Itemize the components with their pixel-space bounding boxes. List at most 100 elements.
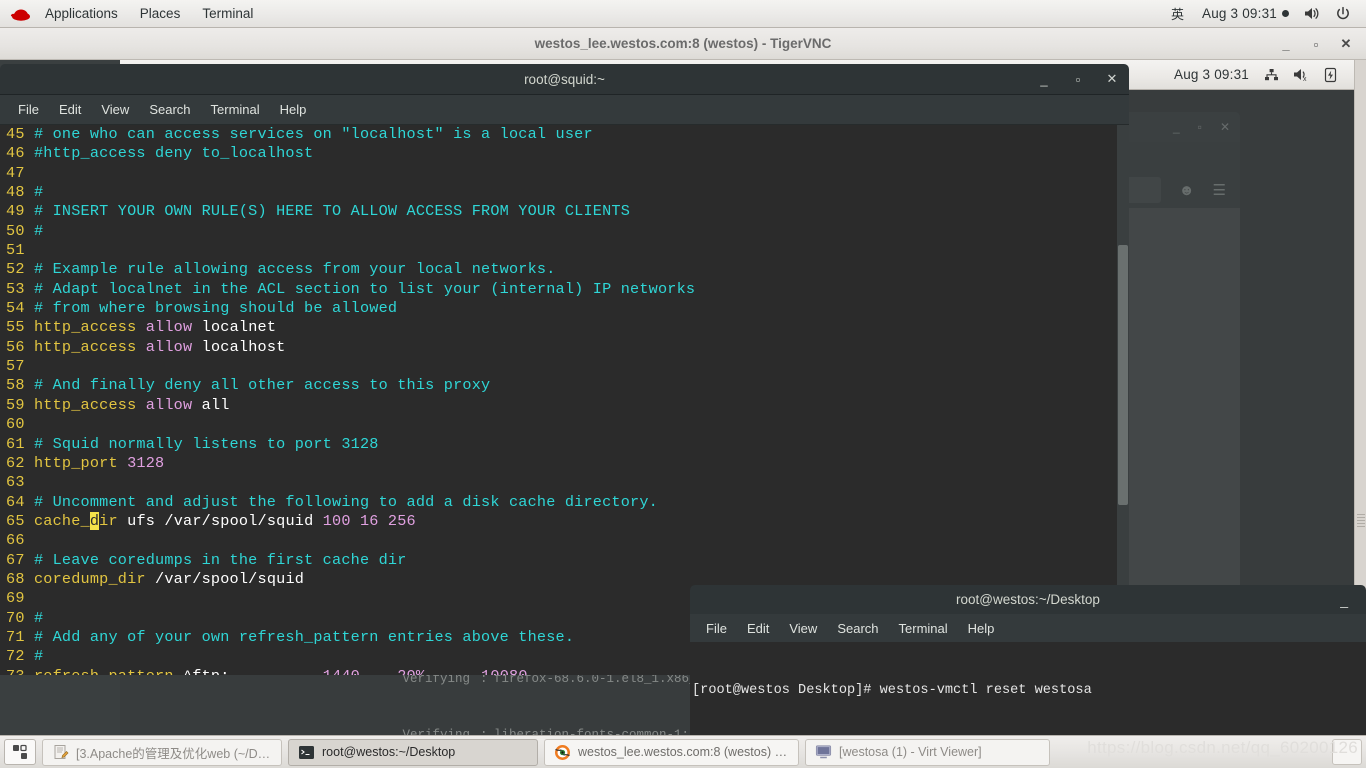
vim-line-number: 68 [6,569,34,588]
taskbar-item-desktop-terminal[interactable]: root@westos:~/Desktop [288,738,538,766]
squid-menu-terminal[interactable]: Terminal [201,99,270,120]
host-menu-applications[interactable]: Applications [34,3,129,25]
host-menu-terminal[interactable]: Terminal [191,3,264,25]
volume-muted-icon[interactable]: x [1286,64,1317,85]
tigervnc-icon [554,744,571,761]
desktop-terminal-menubar: File Edit View Search Terminal Help [690,614,1366,642]
hamburger-menu-icon[interactable]: ☰ [1207,181,1232,199]
vim-line: 52 # Example rule allowing access from y… [0,260,1129,279]
vim-token: # [33,183,44,202]
vim-token: http_access [33,395,146,414]
squid-menu-help[interactable]: Help [270,99,317,120]
squid-menu-file[interactable]: File [8,99,49,120]
taskbar-item-virt-viewer[interactable]: [westosa (1) - Virt Viewer] [805,738,1050,766]
desktop-menu-terminal[interactable]: Terminal [889,618,958,639]
desktop-menu-edit[interactable]: Edit [737,618,779,639]
vim-line-number: 52 [6,260,34,279]
vim-line: 50 # [0,222,1129,241]
squid-menu-view[interactable]: View [91,99,139,120]
volume-icon[interactable] [1297,3,1328,24]
vim-cursor: d [89,511,100,530]
vim-line-number: 57 [6,357,34,376]
virt-viewer-icon [815,744,832,761]
vim-token: ir [99,511,128,530]
desktop-terminal-window[interactable]: root@westos:~/Desktop _ File Edit View S… [690,585,1366,735]
desktop-menu-file[interactable]: File [696,618,737,639]
vim-line-number: 66 [6,531,34,550]
vim-token: all [201,395,230,414]
vim-line-number: 70 [6,608,34,627]
vim-token: # Squid normally listens to port 3128 [33,434,379,453]
taskbar-item-text-editor[interactable]: [3.Apache的管理及优化web (~/Desk... [42,738,282,766]
desktop-menu-view[interactable]: View [779,618,827,639]
vim-token: allow [145,337,202,356]
vim-token: /var/spool/squid [155,569,305,588]
remote-clock[interactable]: Aug 3 09:31 [1166,63,1257,86]
ghost-firefox-close-button[interactable]: ✕ [1220,120,1230,134]
vim-token: # Uncomment and adjust the following to … [33,492,658,511]
vim-line: 65 cache_dir ufs /var/spool/squid 100 16… [0,511,1129,531]
watermark: https://blog.csdn.net/qq_60200126 [1087,738,1358,757]
screen-root: Applications Places Terminal 英 Aug 3 09:… [0,0,1366,768]
squid-maximize-button[interactable]: ▫ [1067,68,1089,90]
tigervnc-maximize-button[interactable]: ▫ [1302,31,1330,57]
input-method-indicator[interactable]: 英 [1161,0,1194,27]
viewport-scrollbar-grip-icon [1357,512,1365,534]
desktop-menu-help[interactable]: Help [958,618,1005,639]
vim-line: 51 [0,241,1129,260]
vim-token [230,667,323,675]
vim-line: 63 [0,473,1129,492]
power-icon[interactable] [1328,3,1358,25]
vim-line-number: 60 [6,415,34,434]
taskbar-item-label: [3.Apache的管理及优化web (~/Desk... [76,746,272,761]
tigervnc-minimize-button[interactable]: _ [1272,31,1300,57]
squid-menu-search[interactable]: Search [139,99,200,120]
taskbar-item-label: [westosa (1) - Virt Viewer] [839,745,982,759]
desktop-terminal-titlebar[interactable]: root@westos:~/Desktop _ [690,585,1366,614]
vim-line: 49 # INSERT YOUR OWN RULE(S) HERE TO ALL… [0,202,1129,221]
ghost-firefox-minimize-button[interactable]: _ [1173,120,1180,134]
desktop-menu-search[interactable]: Search [827,618,888,639]
vim-token: 20% [397,667,425,675]
vim-line: 54 # from where browsing should be allow… [0,299,1129,318]
vim-line-number: 69 [6,589,34,608]
account-icon[interactable]: ☻ [1173,182,1201,199]
network-icon[interactable] [1257,65,1286,85]
vim-line: 64 # Uncomment and adjust the following … [0,493,1129,512]
vim-token: coredump_dir [33,569,156,588]
vim-line-number: 51 [6,241,34,260]
vim-token: # Adapt localnet in the ACL section to l… [33,279,696,298]
squid-menu-edit[interactable]: Edit [49,99,91,120]
vim-line-number: 55 [6,318,34,337]
squid-minimize-button[interactable]: _ [1033,68,1055,90]
battery-icon[interactable] [1317,64,1344,86]
vim-token: # [33,221,44,240]
vim-line-number: 64 [6,492,34,511]
show-desktop-icon[interactable] [4,739,36,765]
squid-titlebar[interactable]: root@squid:~ _ ▫ ✕ [0,64,1129,95]
host-menu-places[interactable]: Places [129,3,192,25]
ghost-firefox-maximize-button[interactable]: ▫ [1198,120,1202,134]
host-clock[interactable]: Aug 3 09:31 [1194,2,1297,25]
squid-terminal-window[interactable]: root@squid:~ _ ▫ ✕ File Edit View Search… [0,64,1129,675]
vim-line-number: 65 [6,511,34,530]
squid-scrollbar-thumb[interactable] [1118,245,1128,505]
vim-line: 58 # And finally deny all other access t… [0,376,1129,395]
vim-line-number: 54 [6,299,34,318]
text-editor-icon [52,744,69,761]
vim-line-number: 46 [6,144,34,163]
vim-token: http_port [33,453,128,472]
tigervnc-close-button[interactable]: ✕ [1332,31,1360,57]
desktop-terminal-minimize-button[interactable]: _ [1340,592,1348,608]
vim-line: 61 # Squid normally listens to port 3128 [0,435,1129,454]
vim-token: # one who can access services on "localh… [33,125,593,143]
vim-line-number: 58 [6,376,34,395]
vim-line: 46 #http_access deny to_localhost [0,144,1129,163]
taskbar-item-tigervnc[interactable]: westos_lee.westos.com:8 (westos) … [544,738,799,766]
terminal-icon [298,744,315,761]
squid-close-button[interactable]: ✕ [1101,68,1123,90]
tigervnc-titlebar[interactable]: westos_lee.westos.com:8 (westos) - Tiger… [0,28,1366,60]
vim-token: http_access [33,337,146,356]
vim-token: refresh_pattern [34,667,183,675]
desktop-terminal-output[interactable]: [root@westos Desktop]# westos-vmctl rese… [690,642,1366,735]
